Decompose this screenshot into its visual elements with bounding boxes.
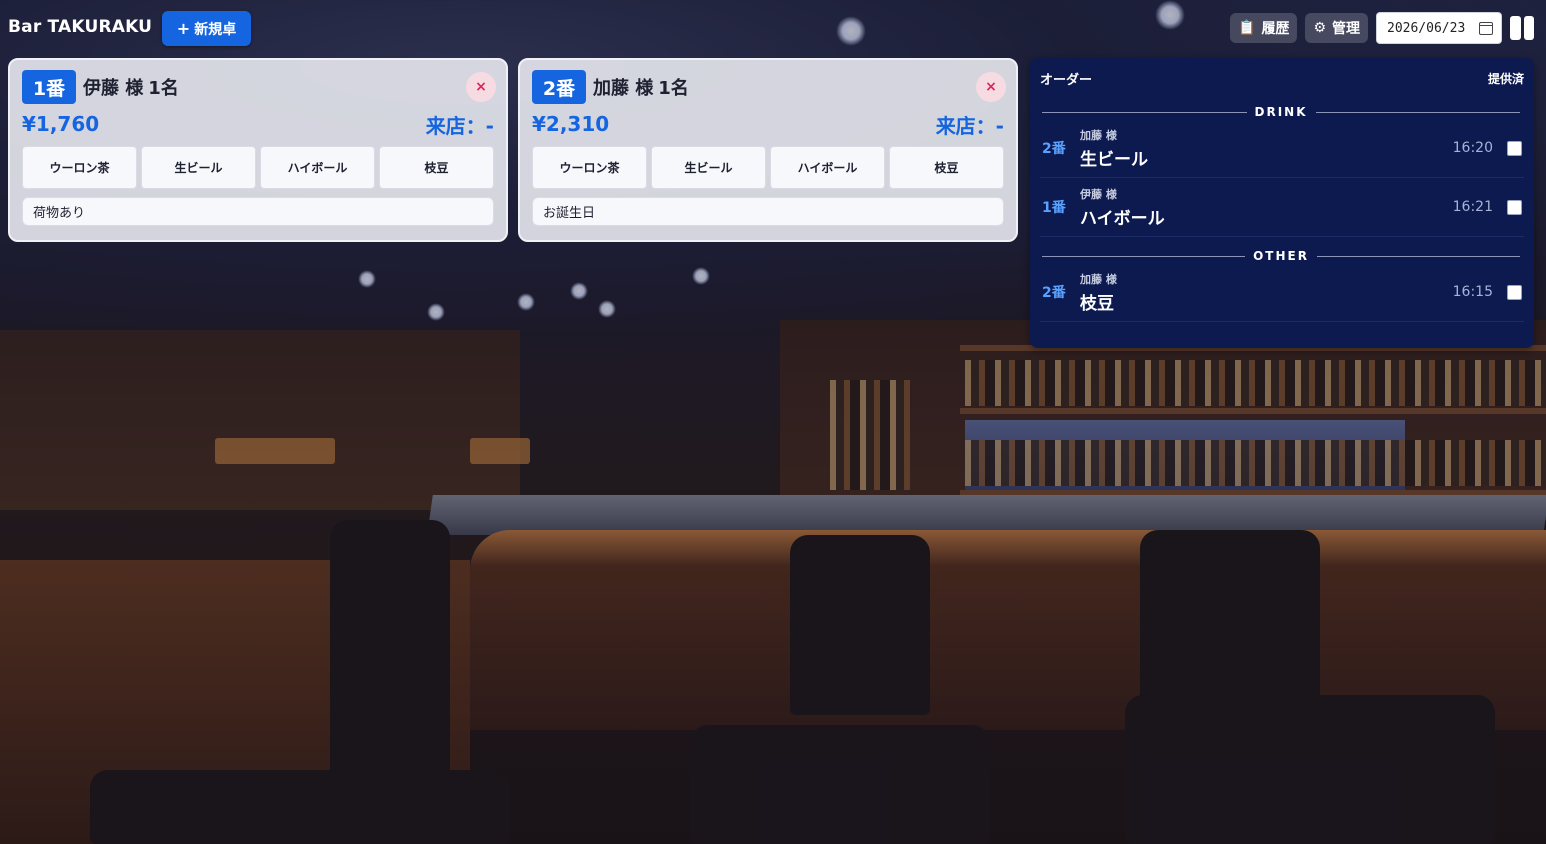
close-icon: × xyxy=(985,79,997,95)
header-actions: 📋 履歴 ⚙ 管理 2026/06/23 xyxy=(1230,12,1534,44)
served-column-label: 提供済 xyxy=(1487,71,1524,86)
menu-button-oolong-tea[interactable]: ウーロン茶 xyxy=(22,146,137,189)
section-divider-other: OTHER xyxy=(1042,249,1520,263)
menu-button-oolong-tea[interactable]: ウーロン茶 xyxy=(532,146,647,189)
served-checkbox[interactable] xyxy=(1507,284,1522,300)
new-table-button[interactable]: + 新規卓 xyxy=(162,11,251,46)
menu-button-highball[interactable]: ハイボール xyxy=(770,146,885,189)
menu-buttons: ウーロン茶 生ビール ハイボール 枝豆 xyxy=(532,146,1004,189)
clipboard-icon: 📋 xyxy=(1238,20,1256,36)
plus-icon: + xyxy=(176,18,191,38)
table-summary: ¥2,310 来店：- xyxy=(532,111,1004,138)
section-divider-drink: DRINK xyxy=(1042,105,1521,119)
arrival-time: 来店：- xyxy=(425,113,494,138)
arrival-time: 来店：- xyxy=(935,113,1004,138)
menu-buttons: ウーロン茶 生ビール ハイボール 枝豆 xyxy=(22,146,494,189)
date-value: 2026/06/23 xyxy=(1387,20,1466,36)
table-summary: ¥1,760 来店：- xyxy=(22,111,494,138)
gear-icon: ⚙ xyxy=(1313,20,1326,36)
order-item: 生ビール xyxy=(1080,149,1148,170)
orders-title: オーダー xyxy=(1040,72,1093,88)
layout-toggle-button[interactable] xyxy=(1510,16,1534,40)
memo-field[interactable]: 荷物あり xyxy=(22,197,494,226)
section-label: DRINK xyxy=(1254,105,1308,119)
orders-header: オーダー 提供済 xyxy=(1040,68,1524,88)
guest-count: 1名 xyxy=(658,78,689,99)
close-table-button[interactable]: × xyxy=(466,72,496,102)
order-guest: 伊藤 様 xyxy=(1080,187,1117,201)
order-table: 1番 xyxy=(1042,200,1066,216)
order-row: 2番 加藤 様 枝豆 16:15 xyxy=(1040,263,1524,322)
close-icon: × xyxy=(475,79,487,95)
new-table-label: 新規卓 xyxy=(194,21,237,38)
guest-name: 伊藤 様 xyxy=(83,78,144,99)
order-row: 1番 伊藤 様 ハイボール 16:21 xyxy=(1040,178,1524,237)
memo-text: お誕生日 xyxy=(543,206,596,221)
columns-icon xyxy=(1510,16,1521,40)
menu-button-highball[interactable]: ハイボール xyxy=(260,146,375,189)
memo-text: 荷物あり xyxy=(33,206,86,221)
admin-button[interactable]: ⚙ 管理 xyxy=(1305,13,1368,43)
menu-button-edamame[interactable]: 枝豆 xyxy=(889,146,1004,189)
order-table: 2番 xyxy=(1042,285,1066,301)
table-card-header: 2番 加藤 様 1名 × xyxy=(532,70,1006,104)
section-label: OTHER xyxy=(1253,249,1309,263)
memo-field[interactable]: お誕生日 xyxy=(532,197,1004,226)
table-number-badge: 2番 xyxy=(532,70,586,104)
table-total: ¥2,310 xyxy=(532,112,610,136)
table-card-header: 1番 伊藤 様 1名 × xyxy=(22,70,496,104)
order-row: 2番 加藤 様 生ビール 16:20 xyxy=(1040,119,1524,178)
served-checkbox[interactable] xyxy=(1507,199,1522,215)
table-number-badge: 1番 xyxy=(22,70,76,104)
menu-button-edamame[interactable]: 枝豆 xyxy=(379,146,494,189)
guest-count: 1名 xyxy=(148,78,179,99)
served-checkbox[interactable] xyxy=(1507,140,1522,156)
table-card: 2番 加藤 様 1名 × ¥2,310 来店：- ウーロン茶 生ビール ハイボー… xyxy=(518,58,1018,242)
order-time: 16:20 xyxy=(1452,140,1493,156)
menu-button-draft-beer[interactable]: 生ビール xyxy=(651,146,766,189)
table-total: ¥1,760 xyxy=(22,112,100,136)
menu-button-draft-beer[interactable]: 生ビール xyxy=(141,146,256,189)
admin-label: 管理 xyxy=(1332,21,1360,37)
calendar-icon[interactable] xyxy=(1479,21,1493,35)
app-title: Bar TAKURAKU xyxy=(8,17,153,37)
date-input[interactable]: 2026/06/23 xyxy=(1376,12,1502,44)
order-guest: 加藤 様 xyxy=(1080,272,1117,286)
guest-name: 加藤 様 xyxy=(593,78,654,99)
table-card: 1番 伊藤 様 1名 × ¥1,760 来店：- ウーロン茶 生ビール ハイボー… xyxy=(8,58,508,242)
order-time: 16:21 xyxy=(1452,199,1493,215)
order-table: 2番 xyxy=(1042,141,1066,157)
order-item: 枝豆 xyxy=(1080,293,1114,314)
history-button[interactable]: 📋 履歴 xyxy=(1230,13,1298,43)
order-guest: 加藤 様 xyxy=(1080,128,1117,142)
history-label: 履歴 xyxy=(1261,21,1290,37)
close-table-button[interactable]: × xyxy=(976,72,1006,102)
orders-panel: オーダー 提供済 DRINK 2番 加藤 様 生ビール 16:20 1番 伊藤 … xyxy=(1030,58,1534,348)
order-time: 16:15 xyxy=(1452,284,1493,300)
order-item: ハイボール xyxy=(1080,208,1165,229)
